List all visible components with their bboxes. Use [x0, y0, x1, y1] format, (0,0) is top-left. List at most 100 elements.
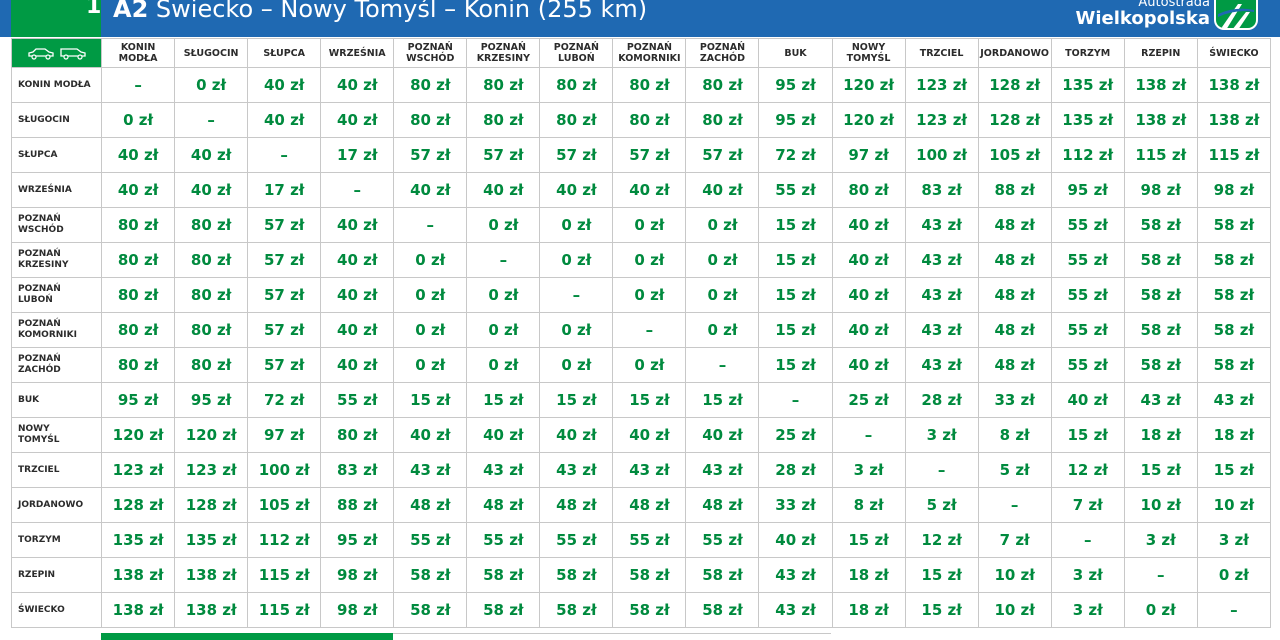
- price-cell: 40 zł: [612, 417, 687, 453]
- price-cell: 40 zł: [101, 172, 176, 208]
- price-cell: 3 zł: [1196, 522, 1272, 558]
- price-cell: 95 zł: [758, 102, 833, 138]
- price-cell: 40 zł: [174, 172, 249, 208]
- price-cell: 55 zł: [539, 522, 614, 558]
- price-cell: 17 zł: [247, 172, 322, 208]
- column-header: POZNAŃ KOMORNIKI: [612, 38, 687, 68]
- price-cell: 10 zł: [1196, 487, 1272, 523]
- price-cell: 115 zł: [1196, 137, 1272, 173]
- price-cell: 8 zł: [977, 417, 1052, 453]
- price-cell: 58 zł: [685, 592, 760, 628]
- price-cell: 3 zł: [831, 452, 906, 488]
- price-cell: 0 zł: [393, 312, 468, 348]
- price-cell: 7 zł: [977, 522, 1052, 558]
- price-cell: 25 zł: [758, 417, 833, 453]
- price-cell: –: [977, 487, 1052, 523]
- price-cell: 43 zł: [904, 312, 979, 348]
- column-header-line: BUK: [784, 47, 807, 59]
- price-cell: 12 zł: [904, 522, 979, 558]
- price-cell: 58 zł: [1123, 242, 1198, 278]
- column-header-line: LUBOŃ: [558, 53, 595, 64]
- price-cell: –: [904, 452, 979, 488]
- price-cell: 115 zł: [247, 592, 322, 628]
- column-header-line: MODŁA: [118, 53, 158, 64]
- price-cell: 3 zł: [1050, 557, 1125, 593]
- row-header-line: SŁUPCA: [18, 149, 58, 160]
- price-cell: 55 zł: [320, 382, 395, 418]
- price-cell: 0 zł: [539, 347, 614, 383]
- row-header-line: LUBOŃ: [18, 295, 53, 305]
- price-cell: 58 zł: [1123, 277, 1198, 313]
- row-header-line: KRZESINY: [18, 260, 69, 270]
- column-header: RZEPIN: [1123, 38, 1198, 68]
- price-cell: –: [685, 347, 760, 383]
- price-cell: 138 zł: [1123, 67, 1198, 103]
- price-cell: 3 zł: [1123, 522, 1198, 558]
- brand-logo-text: Autostrada Wielkopolska: [1075, 0, 1210, 28]
- column-header-line: NOWY: [851, 42, 886, 53]
- price-cell: 40 zł: [320, 347, 395, 383]
- price-cell: 88 zł: [320, 487, 395, 523]
- price-cell: 135 zł: [1050, 102, 1125, 138]
- price-cell: 48 zł: [466, 487, 541, 523]
- price-cell: 135 zł: [174, 522, 249, 558]
- row-header-line: TRZCIEL: [18, 464, 60, 475]
- column-header-line: TRZCIEL: [919, 47, 964, 59]
- row-header: ŚWIECKO: [10, 592, 103, 628]
- row-header-line: ŚWIECKO: [18, 604, 65, 615]
- column-header-line: ŚWIECKO: [1209, 47, 1259, 59]
- column-header: SŁUPCA: [247, 38, 322, 68]
- footer-divider: [393, 633, 831, 634]
- price-cell: 15 zł: [466, 382, 541, 418]
- price-cell: 0 zł: [685, 242, 760, 278]
- price-cell: 10 zł: [1123, 487, 1198, 523]
- price-cell: 43 zł: [466, 452, 541, 488]
- price-cell: 40 zł: [320, 207, 395, 243]
- price-cell: 80 zł: [393, 67, 468, 103]
- header-bar: 1 A2 Świecko – Nowy Tomyśl – Konin (255 …: [0, 0, 1280, 37]
- price-cell: 58 zł: [1196, 277, 1272, 313]
- price-cell: 43 zł: [685, 452, 760, 488]
- price-cell: 58 zł: [466, 557, 541, 593]
- price-cell: 58 zł: [685, 557, 760, 593]
- price-cell: 15 zł: [758, 312, 833, 348]
- price-cell: 95 zł: [758, 67, 833, 103]
- price-cell: 112 zł: [247, 522, 322, 558]
- price-cell: 80 zł: [320, 417, 395, 453]
- price-cell: 80 zł: [101, 207, 176, 243]
- price-cell: 98 zł: [320, 557, 395, 593]
- car-icon: [28, 48, 54, 60]
- price-cell: 58 zł: [1196, 347, 1272, 383]
- price-cell: 0 zł: [393, 242, 468, 278]
- table-row: KONIN MODŁA –0 zł 40 zł 40 zł 80 zł 80 zł 80 z…: [10, 67, 1272, 103]
- price-cell: 57 zł: [247, 312, 322, 348]
- row-header: KONIN MODŁA: [10, 67, 103, 103]
- price-cell: 40 zł: [831, 242, 906, 278]
- row-header-line: POZNAŃ: [18, 284, 61, 294]
- column-header-line: SŁUGOCIN: [183, 47, 239, 59]
- price-cell: 80 zł: [174, 347, 249, 383]
- price-cell: 40 zł: [539, 417, 614, 453]
- price-cell: 123 zł: [904, 102, 979, 138]
- row-header-line: POZNAŃ: [18, 249, 61, 259]
- price-cell: 40 zł: [685, 417, 760, 453]
- price-cell: 43 zł: [904, 242, 979, 278]
- row-header-line: ZACHÓD: [18, 365, 61, 375]
- price-cell: 7 zł: [1050, 487, 1125, 523]
- price-cell: 48 zł: [977, 242, 1052, 278]
- price-cell: 83 zł: [320, 452, 395, 488]
- price-cell: 10 zł: [977, 592, 1052, 628]
- price-cell: 80 zł: [539, 102, 614, 138]
- row-header-line: WSCHÓD: [18, 225, 64, 235]
- price-cell: –: [612, 312, 687, 348]
- price-cell: 15 zł: [831, 522, 906, 558]
- price-cell: 28 zł: [758, 452, 833, 488]
- row-header-line: KOMORNIKI: [18, 330, 77, 340]
- price-cell: 95 zł: [101, 382, 176, 418]
- column-header-line: KRZESINY: [476, 53, 530, 64]
- table-row: SŁUPCA 40 zł 40 zł –17 zł 57 zł 57 zł 57 zł 57 …: [10, 137, 1272, 173]
- price-cell: 40 zł: [320, 67, 395, 103]
- price-cell: 97 zł: [831, 137, 906, 173]
- price-cell: –: [831, 417, 906, 453]
- row-header: TORZYM: [10, 522, 103, 558]
